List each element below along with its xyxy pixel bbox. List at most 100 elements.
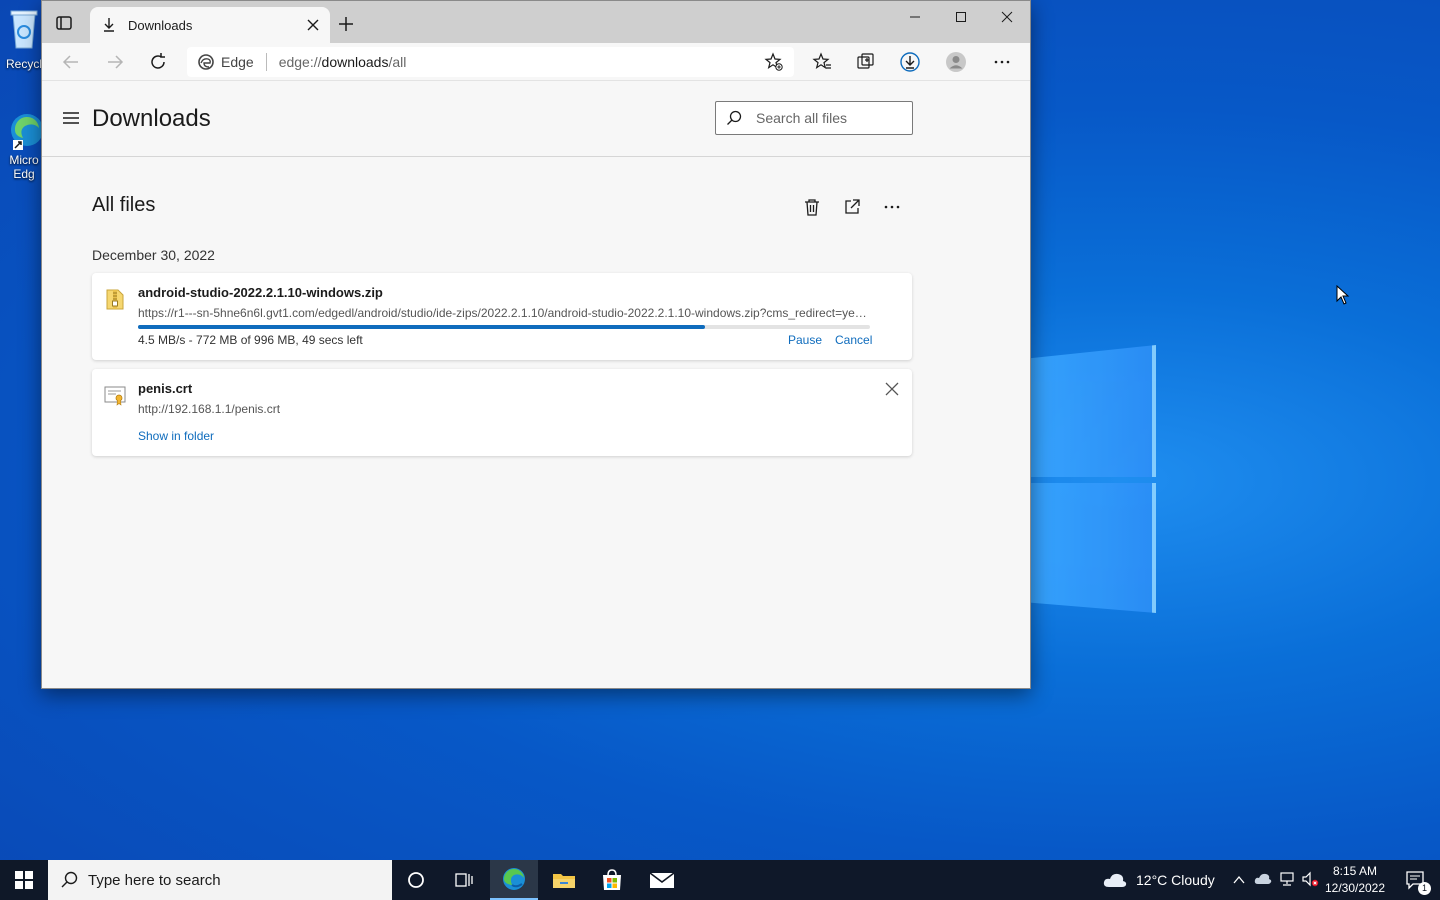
start-button[interactable] — [0, 860, 48, 900]
windows-logo-top-pane — [1030, 345, 1156, 477]
mail-envelope-icon — [649, 872, 675, 888]
back-arrow-icon[interactable] — [60, 51, 82, 73]
windows-logo-bottom-pane — [1030, 483, 1156, 613]
maximize-button[interactable] — [938, 1, 984, 33]
weather-widget[interactable]: 12°C Cloudy — [1102, 860, 1215, 900]
more-options-icon[interactable] — [882, 197, 902, 217]
onedrive-cloud-icon[interactable] — [1254, 872, 1272, 886]
taskbar: Type here to search 12°C Cloudy 8:15 AM … — [0, 860, 1440, 900]
download-arrow-icon — [104, 18, 114, 32]
recycle-bin-icon — [10, 10, 38, 49]
tab-title: Downloads — [128, 17, 193, 33]
settings-more-icon[interactable] — [991, 51, 1013, 73]
address-separator — [265, 53, 267, 71]
pause-download-link[interactable]: Pause — [788, 333, 822, 347]
edge-logo-icon — [198, 54, 214, 70]
delete-trash-icon[interactable] — [802, 197, 822, 217]
close-icon — [1001, 11, 1013, 23]
url-scheme: edge:// — [278, 54, 322, 70]
clock-date: 12/30/2022 — [1324, 881, 1386, 895]
favorites-icon[interactable] — [811, 51, 833, 73]
download-status: 4.5 MB/s - 772 MB of 996 MB, 49 secs lef… — [138, 333, 363, 347]
date-group-label: December 30, 2022 — [92, 247, 215, 263]
cancel-download-link[interactable]: Cancel — [835, 333, 872, 347]
site-identity-label: Edge — [221, 54, 254, 70]
downloads-toolbar-icon[interactable] — [899, 51, 921, 73]
network-icon[interactable] — [1278, 871, 1296, 887]
section-actions — [802, 197, 912, 217]
minimize-button[interactable] — [892, 1, 938, 33]
tab-downloads[interactable]: Downloads — [90, 7, 330, 43]
search-icon — [727, 110, 742, 125]
download-item[interactable]: penis.crt http://192.168.1.1/penis.crt S… — [92, 369, 912, 456]
window-controls — [892, 1, 1030, 33]
minimize-icon — [910, 16, 920, 18]
windows-start-icon — [15, 871, 33, 889]
page-title: Downloads — [92, 105, 211, 132]
section-title: All files — [92, 194, 156, 216]
action-center-button[interactable]: 1 — [1396, 860, 1436, 900]
mail-button[interactable] — [638, 860, 686, 900]
show-in-folder-link[interactable]: Show in folder — [138, 429, 214, 443]
download-filename[interactable]: penis.crt — [138, 381, 192, 396]
download-progress-fill — [138, 325, 706, 329]
open-folder-external-icon[interactable] — [842, 197, 862, 217]
taskbar-search-box[interactable]: Type here to search — [48, 860, 392, 900]
maximize-icon — [956, 12, 966, 22]
notification-count-badge: 1 — [1418, 882, 1431, 895]
download-url: http://192.168.1.1/penis.crt — [138, 402, 281, 416]
taskbar-edge-app[interactable] — [490, 860, 538, 900]
download-url: https://r1---sn-5hne6n6l.gvt1.com/edgedl… — [138, 306, 872, 320]
edge-shortcut-label-line1: Micro — [9, 153, 39, 167]
title-bar: Downloads — [42, 1, 1030, 43]
system-clock[interactable]: 8:15 AM 12/30/2022 — [1318, 863, 1392, 897]
zip-file-icon — [106, 289, 124, 310]
taskbar-search-placeholder: Type here to search — [88, 871, 221, 889]
recycle-bin-label: Recycl — [5, 57, 42, 71]
remove-download-icon[interactable] — [884, 381, 900, 397]
edge-browser-icon — [503, 868, 525, 890]
taskbar-search-icon — [61, 871, 78, 888]
cloud-weather-icon — [1103, 873, 1127, 887]
file-explorer-icon — [553, 874, 575, 888]
download-filename[interactable]: android-studio-2022.2.1.10-windows.zip — [138, 285, 383, 300]
tab-close-icon[interactable] — [306, 18, 320, 32]
url-path: /all — [388, 54, 407, 70]
edge-shortcut-icon — [11, 114, 43, 150]
new-tab-icon[interactable] — [338, 16, 354, 32]
windows-wallpaper-logo — [1030, 345, 1160, 615]
menu-hamburger-icon[interactable] — [62, 110, 80, 126]
desktop-icon-edge[interactable]: Micro Edg — [4, 110, 44, 181]
download-item[interactable]: android-studio-2022.2.1.10-windows.zip h… — [92, 273, 912, 360]
search-files-box[interactable] — [715, 101, 913, 135]
microsoft-store-button[interactable] — [588, 860, 636, 900]
add-favorite-star-icon[interactable] — [764, 52, 784, 72]
task-view-button[interactable] — [440, 860, 488, 900]
edge-shortcut-label-line2: Edg — [13, 167, 35, 181]
search-input[interactable] — [756, 110, 902, 126]
refresh-icon[interactable] — [147, 51, 169, 73]
browser-toolbar: Edge edge:// downloads /all — [42, 43, 1030, 81]
desktop-icon-recycle-bin[interactable]: Recycl — [4, 6, 44, 71]
download-progress-bar — [138, 325, 870, 329]
close-window-button[interactable] — [984, 1, 1030, 33]
show-hidden-icons-chevron-icon[interactable] — [1232, 874, 1246, 886]
task-view-icon — [455, 873, 473, 887]
volume-muted-icon[interactable] — [1301, 871, 1319, 887]
browser-window: Downloads Edge edge:// downloads /all Do… — [41, 0, 1031, 689]
address-bar[interactable]: Edge edge:// downloads /all — [187, 47, 794, 77]
store-bag-icon — [603, 869, 621, 890]
certificate-file-icon — [104, 386, 126, 406]
forward-arrow-icon[interactable] — [104, 51, 126, 73]
downloads-page-header: Downloads — [42, 81, 1030, 157]
profile-avatar-icon[interactable] — [945, 51, 967, 73]
mouse-cursor-icon — [1336, 285, 1350, 305]
url-host: downloads — [321, 54, 389, 70]
cortana-circle-icon — [408, 872, 424, 888]
file-explorer-button[interactable] — [540, 860, 588, 900]
tab-actions-icon[interactable] — [54, 13, 74, 33]
cortana-button[interactable] — [392, 860, 440, 900]
collections-icon[interactable] — [855, 51, 877, 73]
clock-time: 8:15 AM — [1332, 864, 1378, 878]
weather-text: 12°C Cloudy — [1136, 872, 1215, 888]
